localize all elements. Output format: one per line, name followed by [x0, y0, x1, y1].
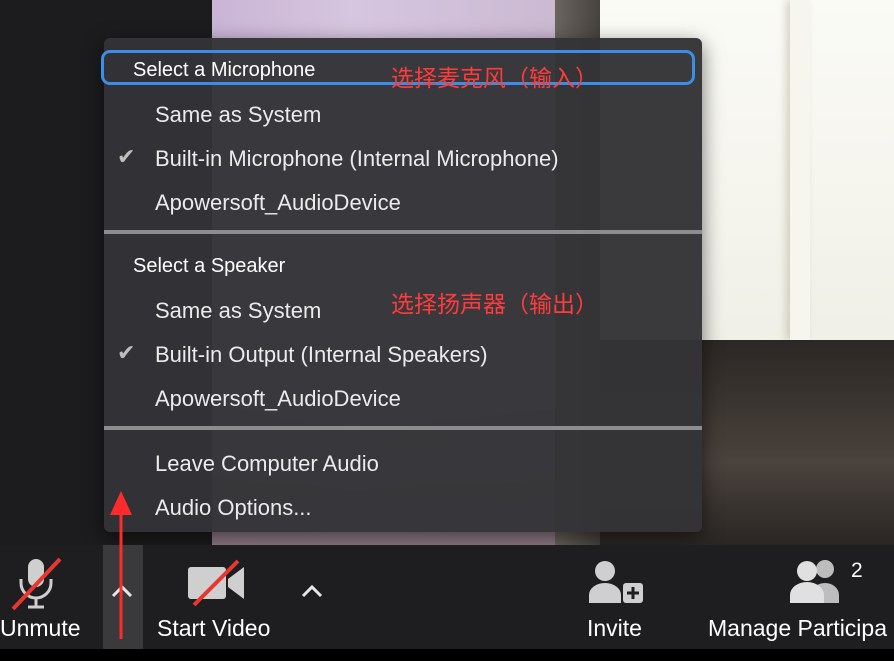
start-video-button-label[interactable]: Start Video [157, 615, 270, 642]
mic-item-apowersoft[interactable]: Apowersoft_AudioDevice [155, 188, 401, 218]
menu-divider [104, 230, 702, 234]
mic-checkmark-icon: ✔ [117, 144, 136, 169]
leave-computer-audio-item[interactable]: Leave Computer Audio [155, 449, 379, 479]
video-window-bar [790, 0, 810, 340]
speaker-item-built-in[interactable]: Built-in Output (Internal Speakers) [155, 340, 488, 370]
mic-item-same-as-system[interactable]: Same as System [155, 100, 321, 130]
manage-participants-button-label[interactable]: Manage Participa [708, 615, 887, 642]
microphone-section-header: Select a Microphone [133, 59, 316, 81]
audio-menu: Select a Microphone Same as System ✔ Bui… [101, 38, 702, 532]
menu-divider [104, 426, 702, 430]
speaker-checkmark-icon: ✔ [117, 340, 136, 365]
unmute-button-label[interactable]: Unmute [0, 615, 81, 642]
audio-options-item[interactable]: Audio Options... [155, 493, 312, 523]
participants-icon[interactable] [787, 557, 847, 605]
participants-count-badge: 2 [851, 559, 863, 582]
annotation-arrow-icon [110, 491, 132, 639]
speaker-section-header: Select a Speaker [133, 255, 286, 277]
bottom-edge [0, 649, 894, 661]
video-chevron-up-icon[interactable] [300, 581, 324, 601]
video-camera-off-icon[interactable] [186, 559, 248, 607]
mic-item-built-in[interactable]: Built-in Microphone (Internal Microphone… [155, 144, 559, 174]
invite-button-label[interactable]: Invite [587, 615, 642, 642]
speaker-annotation: 选择扬声器（输出） [391, 292, 598, 318]
speaker-item-same-as-system[interactable]: Same as System [155, 296, 321, 326]
meeting-toolbar: Unmute Start Video Invite 2 Manage Parti… [0, 491, 894, 661]
microphone-muted-icon[interactable] [8, 555, 64, 611]
invite-person-plus-icon[interactable] [587, 559, 645, 605]
microphone-annotation: 选择麦克风（输入） [391, 66, 598, 92]
speaker-item-apowersoft[interactable]: Apowersoft_AudioDevice [155, 384, 401, 414]
